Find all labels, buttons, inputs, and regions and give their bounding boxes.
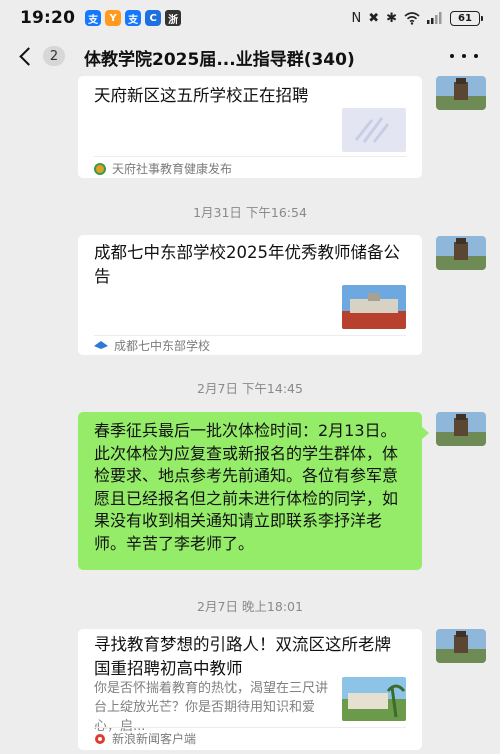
source-name: 天府社事教育健康发布	[112, 162, 233, 176]
nfc-icon: N	[351, 10, 362, 26]
chat-title: 体教学院2025届...业指导群(340)	[84, 50, 355, 70]
source-name: 新浪新闻客户端	[112, 732, 197, 746]
timestamp: 2月7日 下午14:45	[197, 381, 303, 396]
article-title: 寻找教育梦想的引路人！双流区这所老牌国重招聘初高中教师	[94, 635, 391, 678]
card-divider	[94, 156, 406, 157]
card-divider	[94, 335, 406, 336]
thumbnail-image-icon	[342, 285, 406, 329]
card-divider	[94, 727, 406, 728]
article-title: 成都七中东部学校2025年优秀教师储备公告	[94, 243, 400, 286]
avatar-image-icon	[436, 629, 486, 663]
app-c-icon: C	[145, 10, 162, 26]
sender-avatar[interactable]	[436, 236, 486, 270]
avatar-image-icon	[436, 412, 486, 446]
more-dot-icon	[450, 54, 454, 58]
more-dot-icon	[474, 54, 478, 58]
article-source: 天府社事教育健康发布	[94, 160, 232, 177]
article-card[interactable]: 成都七中东部学校2025年优秀教师储备公告 成都七中东部学校	[78, 235, 422, 355]
thumbnail-image-icon	[342, 108, 406, 152]
article-source: 新浪新闻客户端	[94, 730, 196, 747]
source-logo-icon	[94, 162, 106, 175]
article-card[interactable]: 天府新区这五所学校正在招聘 天府社事教育健康发布	[78, 76, 422, 178]
system-status: N ✖ ✱ 61	[351, 10, 483, 26]
more-dot-icon	[462, 54, 466, 58]
mute-icon: ✖	[368, 10, 380, 26]
alipay-icon-2: 支	[125, 10, 142, 26]
article-source: 成都七中东部学校	[94, 337, 210, 354]
source-logo-icon	[95, 733, 105, 744]
signal-icon	[427, 12, 442, 24]
sender-avatar[interactable]	[436, 629, 486, 663]
article-title: 天府新区这五所学校正在招聘	[94, 86, 309, 105]
timestamp: 1月31日 下午16:54	[193, 205, 307, 220]
article-thumbnail	[342, 285, 406, 329]
avatar-image-icon	[436, 236, 486, 270]
status-bar: 19:20 支 Y 支 C 浙 N ✖ ✱ 61	[0, 0, 500, 36]
chat-header: 2 体教学院2025届...业指导群(340)	[0, 36, 500, 76]
unread-count-badge: 2	[43, 46, 65, 66]
chevron-left-icon	[19, 46, 38, 66]
sender-avatar[interactable]	[436, 412, 486, 446]
text-message-bubble[interactable]: 春季征兵最后一批次体检时间：2月13日。此次体检为应复查或新报名的学生群体，体检…	[78, 412, 429, 570]
source-logo-icon	[94, 340, 108, 349]
alipay-icon: 支	[85, 10, 102, 26]
battery-indicator: 61	[450, 10, 483, 26]
article-thumbnail	[342, 108, 406, 152]
zhe-app-icon: 浙	[165, 10, 182, 26]
article-thumbnail	[342, 677, 406, 721]
message-text: 春季征兵最后一批次体检时间：2月13日。此次体检为应复查或新报名的学生群体，体检…	[94, 421, 399, 553]
thumbnail-image-icon	[342, 677, 406, 721]
source-name: 成都七中东部学校	[114, 339, 211, 353]
notification-icons: 支 Y 支 C 浙	[85, 10, 182, 26]
more-options-button[interactable]	[450, 46, 478, 66]
sender-avatar[interactable]	[436, 76, 486, 110]
back-button[interactable]: 2	[16, 42, 72, 70]
avatar-image-icon	[436, 76, 486, 110]
article-card[interactable]: 寻找教育梦想的引路人！双流区这所老牌国重招聘初高中教师 你是否怀揣着教育的热忱，…	[78, 629, 422, 750]
app-y-icon: Y	[105, 10, 122, 26]
wifi-icon	[404, 11, 420, 25]
bluetooth-icon: ✱	[386, 10, 397, 26]
timestamp: 2月7日 晚上18:01	[197, 599, 303, 614]
status-time: 19:20	[20, 8, 76, 28]
